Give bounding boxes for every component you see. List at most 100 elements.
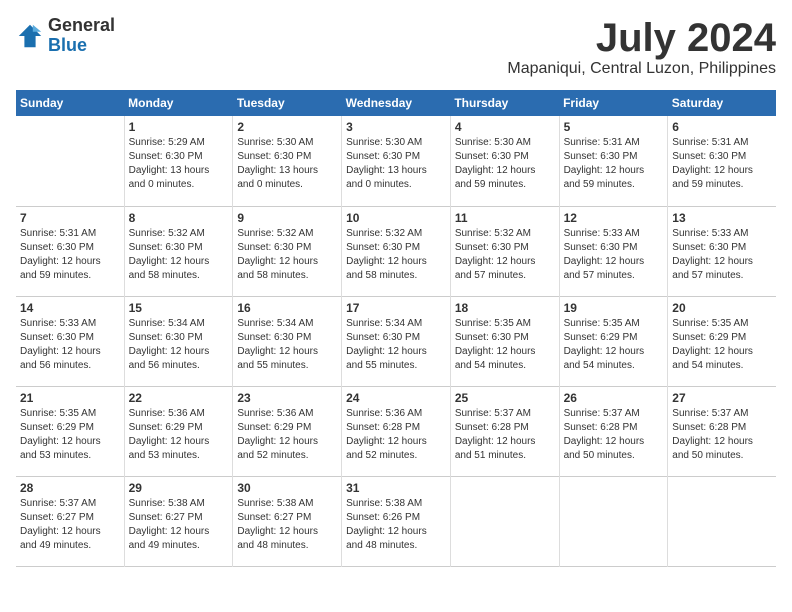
day-cell: 26 Sunrise: 5:37 AM Sunset: 6:28 PM Dayli…	[559, 386, 668, 476]
day-number: 3	[346, 120, 446, 134]
day-cell: 27 Sunrise: 5:37 AM Sunset: 6:28 PM Dayli…	[668, 386, 776, 476]
day-detail: Sunrise: 5:32 AM Sunset: 6:30 PM Dayligh…	[237, 227, 337, 283]
day-number: 14	[20, 301, 120, 315]
day-number: 26	[564, 391, 664, 405]
week-row-2: 7Sunrise: 5:31 AM Sunset: 6:30 PM Daylig…	[16, 206, 776, 296]
day-cell: 21 Sunrise: 5:35 AM Sunset: 6:29 PM Dayli…	[16, 386, 124, 476]
day-cell: 23 Sunrise: 5:36 AM Sunset: 6:29 PM Dayli…	[233, 386, 342, 476]
day-detail: Sunrise: 5:30 AM Sunset: 6:30 PM Dayligh…	[237, 136, 337, 192]
day-cell: 8Sunrise: 5:32 AM Sunset: 6:30 PM Daylig…	[124, 206, 233, 296]
day-detail: Sunrise: 5:34 AM Sunset: 6:30 PM Dayligh…	[346, 317, 446, 373]
day-cell: 17 Sunrise: 5:34 AM Sunset: 6:30 PM Dayli…	[342, 296, 451, 386]
day-detail: Sunrise: 5:38 AM Sunset: 6:27 PM Dayligh…	[237, 497, 337, 553]
day-detail: Sunrise: 5:36 AM Sunset: 6:29 PM Dayligh…	[129, 407, 229, 463]
header-day-wednesday: Wednesday	[342, 90, 451, 116]
day-cell	[559, 476, 668, 566]
day-number: 28	[20, 481, 120, 495]
day-number: 11	[455, 211, 555, 225]
day-number: 27	[672, 391, 772, 405]
day-cell: 28 Sunrise: 5:37 AM Sunset: 6:27 PM Dayli…	[16, 476, 124, 566]
day-cell: 18 Sunrise: 5:35 AM Sunset: 6:30 PM Dayli…	[450, 296, 559, 386]
header-day-sunday: Sunday	[16, 90, 124, 116]
day-cell: 11 Sunrise: 5:32 AM Sunset: 6:30 PM Dayli…	[450, 206, 559, 296]
day-cell: 30 Sunrise: 5:38 AM Sunset: 6:27 PM Dayli…	[233, 476, 342, 566]
day-detail: Sunrise: 5:31 AM Sunset: 6:30 PM Dayligh…	[564, 136, 664, 192]
day-number: 17	[346, 301, 446, 315]
day-number: 10	[346, 211, 446, 225]
day-detail: Sunrise: 5:38 AM Sunset: 6:26 PM Dayligh…	[346, 497, 446, 553]
day-number: 24	[346, 391, 446, 405]
day-cell: 10 Sunrise: 5:32 AM Sunset: 6:30 PM Dayli…	[342, 206, 451, 296]
day-detail: Sunrise: 5:33 AM Sunset: 6:30 PM Dayligh…	[564, 227, 664, 283]
day-cell: 25 Sunrise: 5:37 AM Sunset: 6:28 PM Dayli…	[450, 386, 559, 476]
day-detail: Sunrise: 5:29 AM Sunset: 6:30 PM Dayligh…	[129, 136, 229, 192]
header-day-friday: Friday	[559, 90, 668, 116]
day-detail: Sunrise: 5:37 AM Sunset: 6:27 PM Dayligh…	[20, 497, 120, 553]
day-cell: 19Sunrise: 5:35 AM Sunset: 6:29 PM Dayli…	[559, 296, 668, 386]
logo-text: General Blue	[48, 16, 115, 56]
day-cell: 24 Sunrise: 5:36 AM Sunset: 6:28 PM Dayli…	[342, 386, 451, 476]
day-number: 18	[455, 301, 555, 315]
day-detail: Sunrise: 5:32 AM Sunset: 6:30 PM Dayligh…	[129, 227, 229, 283]
day-number: 25	[455, 391, 555, 405]
logo-icon	[16, 22, 44, 50]
day-number: 2	[237, 120, 337, 134]
logo-blue: Blue	[48, 35, 87, 55]
day-cell: 2 Sunrise: 5:30 AM Sunset: 6:30 PM Daylig…	[233, 116, 342, 206]
day-number: 7	[20, 211, 120, 225]
day-number: 13	[672, 211, 772, 225]
day-cell	[450, 476, 559, 566]
day-cell: 1 Sunrise: 5:29 AM Sunset: 6:30 PM Daylig…	[124, 116, 233, 206]
calendar-table: SundayMondayTuesdayWednesdayThursdayFrid…	[16, 90, 776, 567]
day-detail: Sunrise: 5:33 AM Sunset: 6:30 PM Dayligh…	[672, 227, 772, 283]
day-number: 5	[564, 120, 664, 134]
day-cell: 29Sunrise: 5:38 AM Sunset: 6:27 PM Dayli…	[124, 476, 233, 566]
day-number: 9	[237, 211, 337, 225]
day-cell: 4Sunrise: 5:30 AM Sunset: 6:30 PM Daylig…	[450, 116, 559, 206]
day-cell: 16 Sunrise: 5:34 AM Sunset: 6:30 PM Dayli…	[233, 296, 342, 386]
day-detail: Sunrise: 5:34 AM Sunset: 6:30 PM Dayligh…	[237, 317, 337, 373]
day-detail: Sunrise: 5:37 AM Sunset: 6:28 PM Dayligh…	[455, 407, 555, 463]
day-cell: 12Sunrise: 5:33 AM Sunset: 6:30 PM Dayli…	[559, 206, 668, 296]
day-number: 31	[346, 481, 446, 495]
day-number: 22	[129, 391, 229, 405]
day-cell: 6 Sunrise: 5:31 AM Sunset: 6:30 PM Daylig…	[668, 116, 776, 206]
day-detail: Sunrise: 5:30 AM Sunset: 6:30 PM Dayligh…	[455, 136, 555, 192]
header: General Blue July 2024 Mapaniqui, Centra…	[16, 16, 776, 78]
day-detail: Sunrise: 5:37 AM Sunset: 6:28 PM Dayligh…	[672, 407, 772, 463]
logo: General Blue	[16, 16, 115, 56]
week-row-1: 1 Sunrise: 5:29 AM Sunset: 6:30 PM Daylig…	[16, 116, 776, 206]
day-number: 16	[237, 301, 337, 315]
day-detail: Sunrise: 5:32 AM Sunset: 6:30 PM Dayligh…	[346, 227, 446, 283]
month-title: July 2024	[507, 16, 776, 60]
header-day-saturday: Saturday	[668, 90, 776, 116]
day-detail: Sunrise: 5:33 AM Sunset: 6:30 PM Dayligh…	[20, 317, 120, 373]
day-cell: 13 Sunrise: 5:33 AM Sunset: 6:30 PM Dayli…	[668, 206, 776, 296]
day-cell: 3Sunrise: 5:30 AM Sunset: 6:30 PM Daylig…	[342, 116, 451, 206]
header-row: SundayMondayTuesdayWednesdayThursdayFrid…	[16, 90, 776, 116]
day-cell: 20Sunrise: 5:35 AM Sunset: 6:29 PM Dayli…	[668, 296, 776, 386]
day-detail: Sunrise: 5:36 AM Sunset: 6:29 PM Dayligh…	[237, 407, 337, 463]
day-cell: 5 Sunrise: 5:31 AM Sunset: 6:30 PM Daylig…	[559, 116, 668, 206]
day-detail: Sunrise: 5:32 AM Sunset: 6:30 PM Dayligh…	[455, 227, 555, 283]
day-detail: Sunrise: 5:37 AM Sunset: 6:28 PM Dayligh…	[564, 407, 664, 463]
day-number: 1	[129, 120, 229, 134]
day-detail: Sunrise: 5:35 AM Sunset: 6:30 PM Dayligh…	[455, 317, 555, 373]
day-detail: Sunrise: 5:36 AM Sunset: 6:28 PM Dayligh…	[346, 407, 446, 463]
header-day-thursday: Thursday	[450, 90, 559, 116]
week-row-4: 21 Sunrise: 5:35 AM Sunset: 6:29 PM Dayli…	[16, 386, 776, 476]
title-area: July 2024 Mapaniqui, Central Luzon, Phil…	[507, 16, 776, 78]
day-detail: Sunrise: 5:31 AM Sunset: 6:30 PM Dayligh…	[672, 136, 772, 192]
day-detail: Sunrise: 5:35 AM Sunset: 6:29 PM Dayligh…	[20, 407, 120, 463]
day-number: 30	[237, 481, 337, 495]
day-cell: 9 Sunrise: 5:32 AM Sunset: 6:30 PM Daylig…	[233, 206, 342, 296]
day-number: 21	[20, 391, 120, 405]
day-number: 23	[237, 391, 337, 405]
day-detail: Sunrise: 5:35 AM Sunset: 6:29 PM Dayligh…	[564, 317, 664, 373]
day-cell: 22 Sunrise: 5:36 AM Sunset: 6:29 PM Dayli…	[124, 386, 233, 476]
day-number: 15	[129, 301, 229, 315]
day-number: 6	[672, 120, 772, 134]
day-detail: Sunrise: 5:34 AM Sunset: 6:30 PM Dayligh…	[129, 317, 229, 373]
day-cell: 31 Sunrise: 5:38 AM Sunset: 6:26 PM Dayli…	[342, 476, 451, 566]
day-cell: 7Sunrise: 5:31 AM Sunset: 6:30 PM Daylig…	[16, 206, 124, 296]
